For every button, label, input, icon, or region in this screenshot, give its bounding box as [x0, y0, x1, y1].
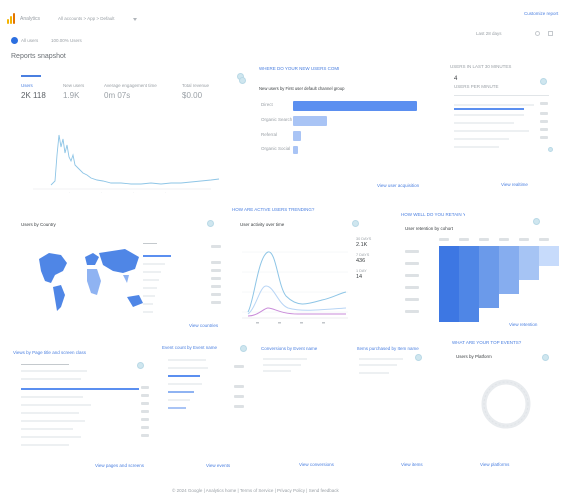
svg-text:.: .	[165, 190, 166, 194]
realtime-value: 4	[454, 76, 458, 82]
app-title: Analytics	[20, 16, 41, 22]
platforms-card-title: Users by Platform	[456, 354, 492, 359]
pages-card-title: Views by Page title and screen class	[13, 350, 86, 355]
countries-link[interactable]: View countries	[189, 323, 218, 329]
realtime-link[interactable]: View realtime	[501, 182, 528, 188]
svg-text:.: .	[133, 190, 134, 194]
events-card-title: Event count by Event name	[162, 345, 218, 350]
acquisition-card: WHERE DO YOUR NEW USERS COME FROM? New u…	[239, 62, 439, 194]
user-segment-icon	[11, 37, 18, 44]
dropdown-arrow-icon[interactable]	[133, 18, 137, 21]
insights-icon[interactable]	[548, 31, 553, 36]
countries-card: Users by Country View countries	[11, 215, 229, 333]
realtime-info-icon[interactable]	[540, 78, 547, 85]
cohort-link[interactable]: View retention	[509, 322, 537, 328]
kpi-revenue-label[interactable]: Total revenue	[182, 83, 209, 89]
cohort-card-title: User retention by cohort	[405, 226, 454, 231]
cohort-info-icon[interactable]	[533, 218, 540, 225]
chip-sub: 100.00% Users	[51, 38, 82, 43]
share-icon[interactable]	[535, 31, 540, 36]
kpi-new-users-label[interactable]: New users	[63, 83, 84, 89]
acquisition-bars: Direct Organic Search Referral Organic S…	[253, 98, 439, 158]
products-card: Items purchased by Item name View items	[355, 346, 443, 472]
pages-info-icon[interactable]	[137, 362, 144, 369]
bar-2	[293, 131, 301, 141]
users-line-chart: ....	[33, 134, 220, 194]
conversions-card-title: Conversions by Event name	[261, 346, 318, 351]
events-card: Event count by Event name View events	[162, 345, 250, 472]
comparison-chip[interactable]: All users 100.00% Users	[11, 36, 97, 46]
acquisition-link[interactable]: View user acquisition	[377, 183, 419, 189]
countries-info-icon[interactable]	[207, 220, 214, 227]
pages-card: Views by Page title and screen class Vie…	[11, 348, 151, 472]
bar-1	[293, 116, 327, 126]
bottom-section-header: WHAT ARE YOUR TOP EVENTS?	[452, 340, 522, 345]
platforms-info-icon[interactable]	[542, 354, 549, 361]
property-selector[interactable]: All accounts > App > Default	[58, 16, 130, 22]
platforms-link[interactable]: View platforms	[480, 462, 509, 468]
products-link[interactable]: View items	[401, 462, 423, 468]
kpi-engagement-label[interactable]: Average engagement time	[104, 83, 164, 89]
acquisition-card-title: WHERE DO YOUR NEW USERS COME FROM?	[259, 66, 339, 71]
trend-7d-value: 436	[356, 258, 366, 264]
kpi-users-label[interactable]: Users	[21, 83, 33, 89]
events-link[interactable]: View events	[206, 463, 230, 469]
customize-report-link[interactable]: Customize report	[524, 11, 558, 16]
svg-text:.: .	[69, 190, 70, 194]
svg-text:.: .	[101, 190, 102, 194]
bar-label-2: Referral	[261, 132, 278, 137]
bar-label-0: Direct	[261, 102, 273, 107]
bar-label-3: Organic Social	[261, 146, 291, 151]
trend-line-chart	[242, 251, 348, 324]
trend-info-icon[interactable]	[352, 220, 359, 227]
trend-30d-value: 2.1K	[356, 242, 368, 248]
products-info-icon[interactable]	[415, 354, 422, 361]
platforms-card: WHAT ARE YOUR TOP EVENTS? Users by Platf…	[452, 340, 558, 472]
realtime-card-title: USERS IN LAST 30 MINUTES	[450, 64, 512, 69]
bar-0	[293, 101, 417, 111]
retention-header: HOW WELL DO YOU RETAIN YOUR USERS?	[401, 212, 465, 217]
acquisition-info-icon[interactable]	[239, 77, 246, 84]
trend-card-title: User activity over time	[240, 222, 285, 227]
footer: © 2024 Google | Analytics home | Terms o…	[172, 488, 339, 493]
cohort-heatmap	[439, 246, 559, 326]
platforms-donut-chart	[481, 379, 531, 429]
bar-label-1: Organic Search	[261, 117, 293, 122]
world-map	[39, 249, 143, 311]
realtime-card: USERS IN LAST 30 MINUTES 4 USERS PER MIN…	[448, 62, 558, 194]
products-card-title: Items purchased by Item name	[357, 346, 419, 351]
conversions-card: Conversions by Event name View conversio…	[259, 346, 347, 472]
chip-label: All users	[21, 38, 39, 43]
trend-1d-value: 14	[356, 274, 363, 280]
trend-card: User activity over time 30 DAYS 2.1K 7 D…	[238, 218, 388, 334]
realtime-label: USERS PER MINUTE	[454, 84, 499, 89]
pages-link[interactable]: View pages and screens	[95, 463, 144, 469]
acquisition-chart-title: New users by First user default channel …	[259, 86, 345, 91]
realtime-scroll-icon[interactable]	[548, 147, 553, 152]
page-title: Reports snapshot	[11, 53, 66, 60]
mid-section-header: HOW ARE ACTIVE USERS TRENDING?	[232, 207, 315, 212]
countries-card-title: Users by Country	[21, 222, 56, 227]
conversions-link[interactable]: View conversions	[299, 462, 334, 468]
bar-3	[293, 146, 298, 154]
events-info-icon[interactable]	[240, 345, 247, 352]
cohort-column-headers	[439, 238, 555, 242]
kpi-card: Users 2K 118 New users 1.9K Average enga…	[11, 67, 241, 195]
app-logo-icon[interactable]	[7, 13, 15, 24]
cohort-card: HOW WELL DO YOU RETAIN YOUR USERS? User …	[399, 212, 559, 334]
date-range-selector[interactable]: Last 28 days	[476, 31, 502, 37]
